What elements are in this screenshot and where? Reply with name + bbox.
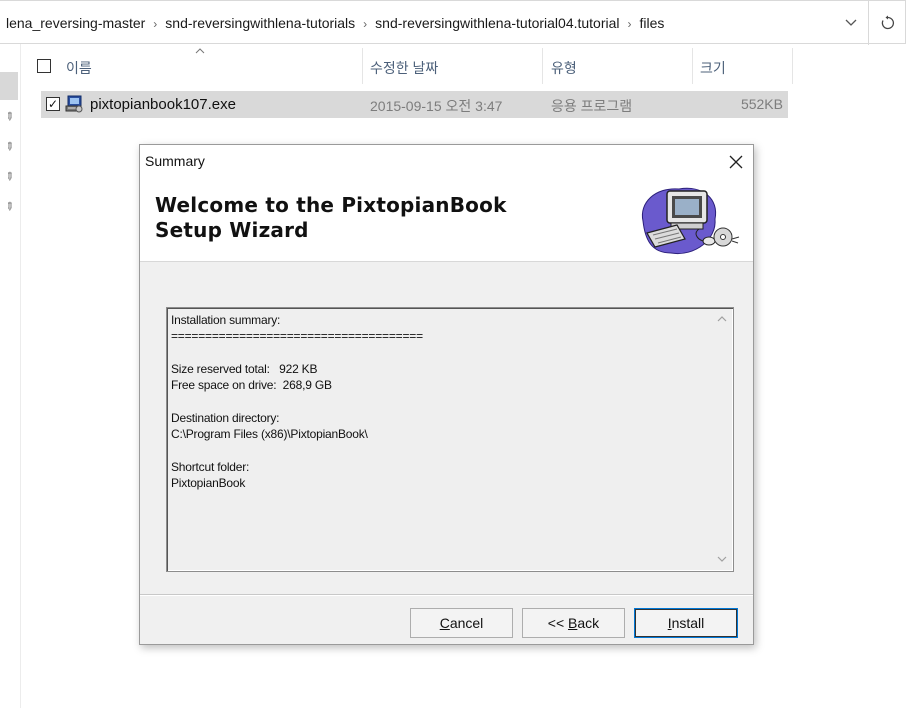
column-divider[interactable] [692,48,693,84]
file-type: 응용 프로그램 [551,98,633,114]
breadcrumb-item[interactable]: lena_reversing-master [6,15,145,31]
refresh-icon[interactable] [868,1,906,45]
summary-line: Free space on drive: 268,9 GB [171,378,332,393]
column-header-modified[interactable]: 수정한 날짜 [370,58,438,78]
summary-line: Installation summary: [171,313,281,327]
close-icon[interactable] [729,149,743,175]
pin-icon[interactable]: ✎ [0,107,19,127]
installation-summary-textbox[interactable]: Installation summary: ===================… [166,307,734,572]
breadcrumb-item[interactable]: snd-reversingwithlena-tutorial04.tutoria… [375,15,619,31]
setup-exe-icon [65,95,83,113]
nav-item-selected[interactable] [0,72,18,100]
address-bar[interactable]: lena_reversing-master › snd-reversingwithl… [0,0,906,45]
breadcrumb-separator-icon[interactable]: › [363,17,367,31]
column-header-name[interactable]: 이름 [66,58,92,78]
dialog-titlebar[interactable]: Summary [140,145,753,177]
pin-icon[interactable]: ✎ [0,137,19,157]
setup-dialog: Summary Welcome to the PixtopianBook Set… [139,144,754,645]
summary-line: ===================================== [171,329,423,344]
install-button[interactable]: Install [634,608,738,638]
back-label: ack [577,615,600,631]
cancel-button[interactable]: Cancel [410,608,513,638]
breadcrumb-separator-icon[interactable]: › [153,17,157,31]
footer-divider [140,594,753,596]
file-modified: 2015-09-15 오전 3:47 [370,98,503,114]
pin-icon[interactable]: ✎ [0,167,19,187]
computer-setup-icon [633,181,743,261]
summary-line [171,345,711,361]
back-accelerator: B [568,615,578,631]
summary-line [171,442,711,458]
column-divider[interactable] [362,48,363,84]
file-name[interactable]: pixtopianbook107.exe [90,96,236,113]
summary-line: PixtopianBook [171,475,246,490]
wizard-heading: Welcome to the PixtopianBook Setup Wizar… [155,193,507,242]
column-divider[interactable] [792,48,793,84]
scroll-down-icon[interactable] [717,554,727,565]
breadcrumb: lena_reversing-master › snd-reversingwithl… [6,15,664,31]
scroll-up-icon[interactable] [717,314,727,325]
cancel-label: ancel [449,615,484,631]
summary-line: Destination directory: [171,410,280,425]
summary-text: Installation summary: ===================… [171,312,711,491]
sort-ascending-icon [195,46,205,57]
summary-line: Size reserved total: 922 KB [171,361,318,376]
breadcrumb-item[interactable]: snd-reversingwithlena-tutorials [165,15,355,31]
summary-line: C:\Program Files (x86)\PixtopianBook\ [171,427,368,442]
install-label: nstall [671,615,705,631]
column-header-size[interactable]: 크기 [700,58,726,78]
back-button[interactable]: << Back [522,608,625,638]
file-row[interactable]: ✓ pixtopianbook107.exe 2015-09-15 오전 3:4… [41,91,788,118]
file-size: 552KB [740,96,783,112]
chevron-down-icon[interactable] [842,13,860,33]
column-header-type[interactable]: 유형 [551,58,577,78]
navigation-pane[interactable]: ✎ ✎ ✎ ✎ [0,44,21,708]
breadcrumb-separator-icon[interactable]: › [628,17,632,31]
wizard-header: Welcome to the PixtopianBook Setup Wizar… [140,177,753,262]
pin-icon[interactable]: ✎ [0,197,19,217]
cancel-accelerator: C [439,615,450,631]
back-prefix: << [547,615,569,631]
summary-line [171,393,711,409]
row-checkbox[interactable]: ✓ [46,97,60,111]
select-all-checkbox[interactable] [37,59,51,73]
breadcrumb-item[interactable]: files [640,15,665,31]
column-divider[interactable] [542,48,543,84]
dialog-title: Summary [145,153,205,169]
summary-line: Shortcut folder: [171,459,250,474]
